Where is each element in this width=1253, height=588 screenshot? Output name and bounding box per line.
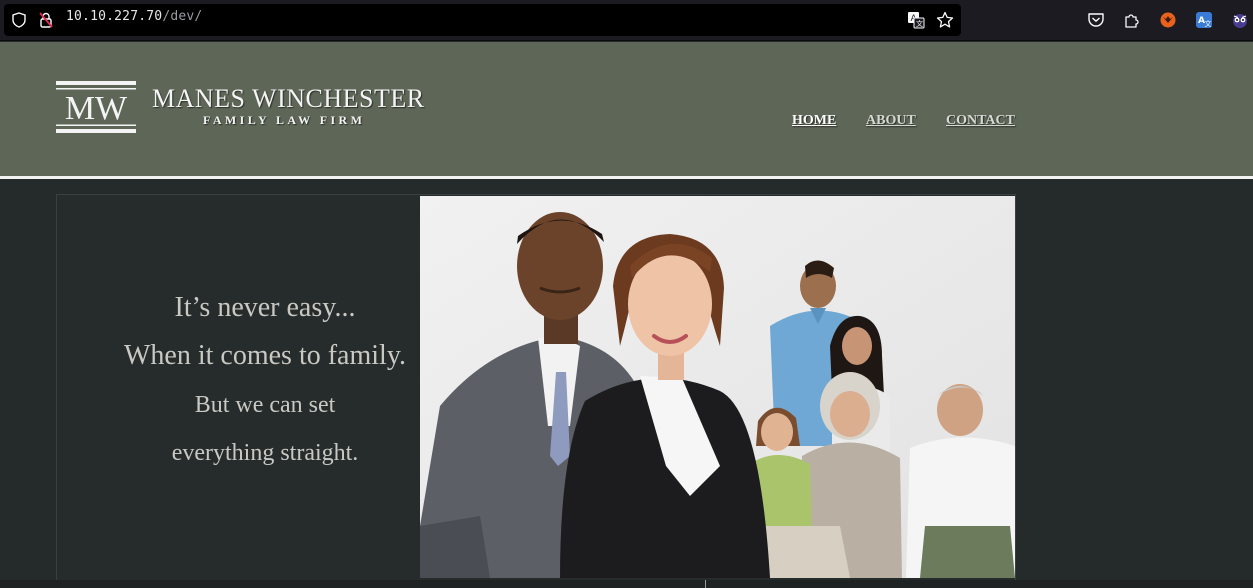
svg-text:文: 文 <box>1205 19 1212 28</box>
pocket-icon[interactable] <box>1087 11 1105 29</box>
url-text[interactable]: 10.10.227.70/dev/ <box>66 9 202 24</box>
hero-line-3: But we can set <box>194 392 336 418</box>
site-subtitle: FAMILY LAW FIRM <box>203 113 366 127</box>
shield-icon[interactable] <box>11 12 27 28</box>
hero-photo <box>420 196 1015 578</box>
site-title[interactable]: MANES WINCHESTER <box>152 84 425 114</box>
url-host: 10.10.227.70 <box>66 9 163 24</box>
translate-icon[interactable]: A文 <box>907 11 925 29</box>
wappalyzer-icon[interactable] <box>1231 11 1249 29</box>
insecure-lock-icon[interactable] <box>38 11 54 29</box>
svg-text:文: 文 <box>916 19 923 28</box>
extensions-icon[interactable] <box>1123 11 1141 29</box>
foxyproxy-icon[interactable] <box>1159 11 1177 29</box>
translate-extension-icon[interactable]: A文 <box>1195 11 1213 29</box>
logo-icon[interactable]: MW <box>56 81 136 133</box>
hero-line-4: everything straight. <box>171 440 359 466</box>
nav-contact-link[interactable]: CONTACT <box>946 113 1015 129</box>
url-path: /dev/ <box>162 9 203 24</box>
hero-line-1: It’s never easy... <box>174 292 356 323</box>
logo-monogram: MW <box>65 90 128 127</box>
status-bar <box>0 580 1253 588</box>
header-divider <box>0 176 1253 179</box>
browser-toolbar: 10.10.227.70/dev/ A文 A文 <box>0 0 1253 41</box>
nav-about-link[interactable]: ABOUT <box>866 113 916 129</box>
hero-line-2: When it comes to family. <box>124 340 406 371</box>
nav-home-link[interactable]: HOME <box>792 113 836 129</box>
bookmark-star-icon[interactable] <box>936 11 954 29</box>
